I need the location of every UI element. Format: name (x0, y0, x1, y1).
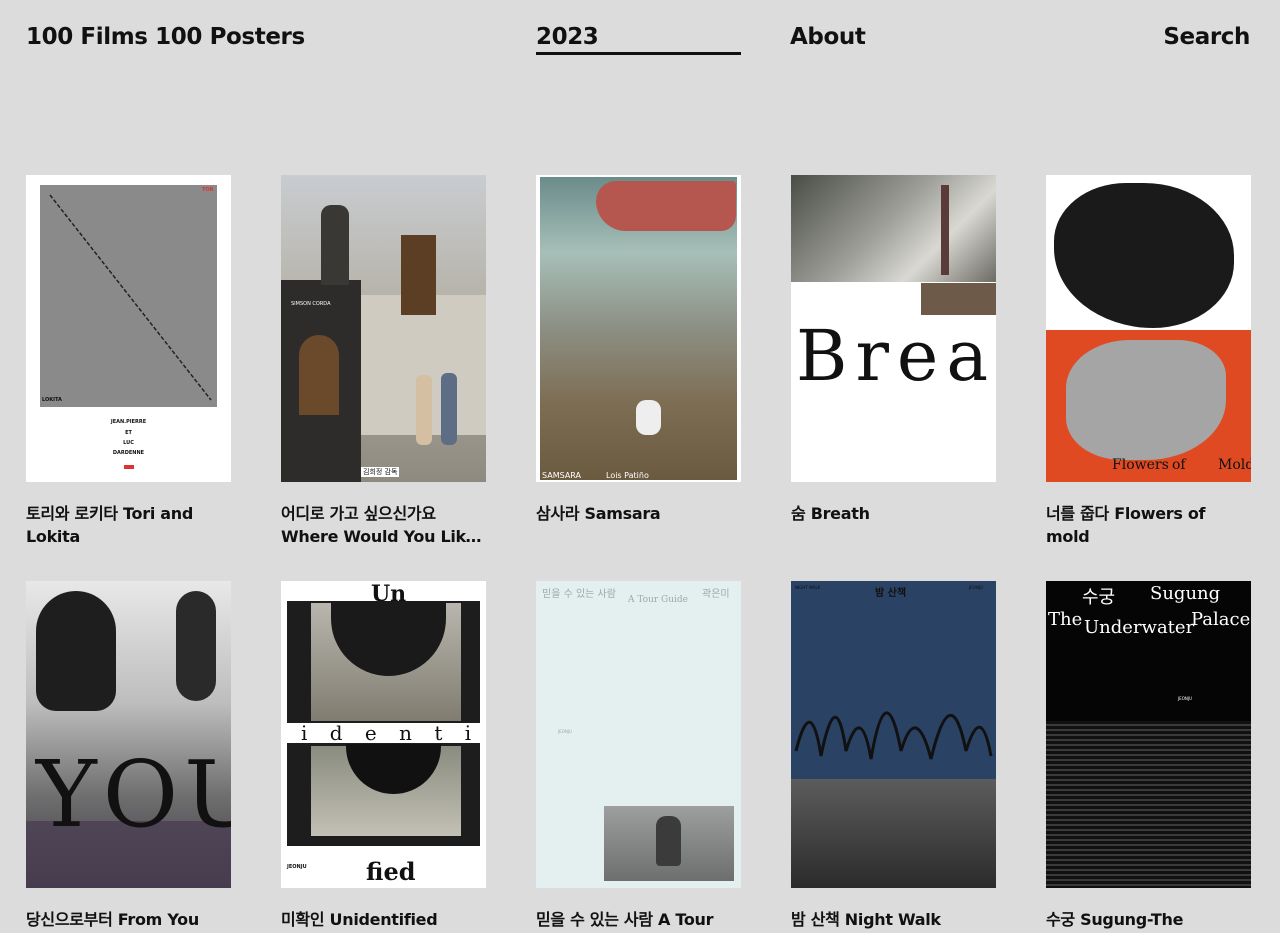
film-card[interactable]: 믿을 수 있는 사람 곽은미 A Tour Guide JEONJU 믿을 수 … (536, 581, 741, 933)
film-title[interactable]: 수궁 Sugung-The Underwater Palace (1046, 908, 1251, 933)
film-card[interactable]: YOU 당신으로부터 From You (26, 581, 231, 931)
poster-image[interactable]: Un i d e n t i fied JEONJU (281, 581, 486, 888)
poster-text: i d e n t i (301, 721, 480, 745)
film-card[interactable]: SIMSON CORDA 김희정 감독 어디로 가고 싶으신가요 Where W… (281, 175, 486, 548)
poster-text: Lois Patiño (606, 471, 649, 480)
poster-text: JEONJU (1178, 696, 1192, 701)
film-card[interactable]: TOR LOKITA JEAN.PIERRE ET LUC DARDENNE 토… (26, 175, 231, 548)
poster-text: SIMSON CORDA (291, 301, 331, 307)
poster-text: LOKITA (42, 397, 62, 403)
film-title[interactable]: 미확인 Unidentified (281, 908, 486, 931)
poster-image[interactable]: Flowers of Mold (1046, 175, 1251, 482)
active-year-underline (536, 52, 741, 55)
poster-image[interactable]: SAMSARA Lois Patiño (536, 175, 741, 482)
poster-text: of (1172, 457, 1186, 473)
poster-text: A Tour Guide (628, 595, 688, 605)
poster-text: DARDENNE (112, 450, 145, 456)
film-title[interactable]: 숨 Breath (791, 502, 996, 525)
poster-text: JEAN.PIERRE (110, 419, 147, 425)
film-title[interactable]: 토리와 로키타 Tori and Lokita (26, 502, 231, 548)
poster-image[interactable]: 수궁 Sugung The Underwater Palace JEONJU (1046, 581, 1251, 888)
poster-text: Breath (796, 315, 996, 397)
poster-text: 수궁 (1082, 587, 1116, 608)
poster-text: JEONJU (969, 585, 983, 590)
site-title-link[interactable]: 100 Films 100 Posters (26, 24, 305, 50)
poster-text: Un (371, 581, 407, 607)
top-nav: 100 Films 100 Posters 2023 About Search (0, 0, 1280, 80)
poster-text: JEONJU (287, 864, 307, 870)
poster-text: ET (125, 430, 132, 436)
film-title[interactable]: 너를 줍다 Flowers of mold (1046, 502, 1251, 548)
film-card[interactable]: 밤 산책 NIGHT WALK JEONJU 밤 산책 Night Walk (791, 581, 996, 931)
film-card[interactable]: Un i d e n t i fied JEONJU 미확인 Unidentif… (281, 581, 486, 931)
poster-text: 밤 산책 (875, 588, 907, 599)
poster-image[interactable]: YOU (26, 581, 231, 888)
film-title[interactable]: 어디로 가고 싶으신가요 Where Would You Like To Go? (281, 502, 486, 548)
poster-text: 곽은미 (702, 589, 730, 600)
film-card[interactable]: SAMSARA Lois Patiño 삼사라 Samsara (536, 175, 741, 525)
poster-text: fied (366, 857, 416, 886)
poster-text: JEONJU (558, 729, 572, 734)
film-title[interactable]: 밤 산책 Night Walk (791, 908, 996, 931)
poster-text: SAMSARA (542, 471, 582, 480)
poster-text: The (1048, 609, 1083, 630)
poster-image[interactable]: TOR LOKITA JEAN.PIERRE ET LUC DARDENNE (26, 175, 231, 482)
film-card[interactable]: Breath 숨 Breath (791, 175, 996, 525)
poster-text: Mold (1218, 457, 1251, 473)
poster-image[interactable]: 밤 산책 NIGHT WALK JEONJU (791, 581, 996, 888)
search-link[interactable]: Search (1163, 24, 1250, 50)
poster-text: 김희정 감독 (361, 467, 400, 477)
film-title[interactable]: 삼사라 Samsara (536, 502, 741, 525)
about-link[interactable]: About (790, 24, 866, 50)
film-title[interactable]: 당신으로부터 From You (26, 908, 231, 931)
poster-text: YOU (36, 741, 231, 848)
poster-image[interactable]: 믿을 수 있는 사람 곽은미 A Tour Guide JEONJU (536, 581, 741, 888)
film-card[interactable]: Flowers of Mold 너를 줍다 Flowers of mold (1046, 175, 1251, 548)
poster-text: Flowers (1112, 457, 1169, 473)
film-card[interactable]: 수궁 Sugung The Underwater Palace JEONJU 수… (1046, 581, 1251, 933)
poster-text: TOR (202, 187, 214, 193)
poster-text: Sugung (1150, 583, 1221, 604)
poster-image[interactable]: SIMSON CORDA 김희정 감독 (281, 175, 486, 482)
poster-text: Palace (1191, 609, 1251, 630)
poster-text: LUC (123, 440, 134, 446)
poster-text: Underwater (1084, 617, 1195, 638)
film-title[interactable]: 믿을 수 있는 사람 A Tour Guide (536, 908, 741, 933)
poster-image[interactable]: Breath (791, 175, 996, 482)
poster-text: 믿을 수 있는 사람 (542, 589, 616, 600)
poster-text: NIGHT WALK (795, 585, 821, 590)
year-tab[interactable]: 2023 (536, 24, 741, 50)
